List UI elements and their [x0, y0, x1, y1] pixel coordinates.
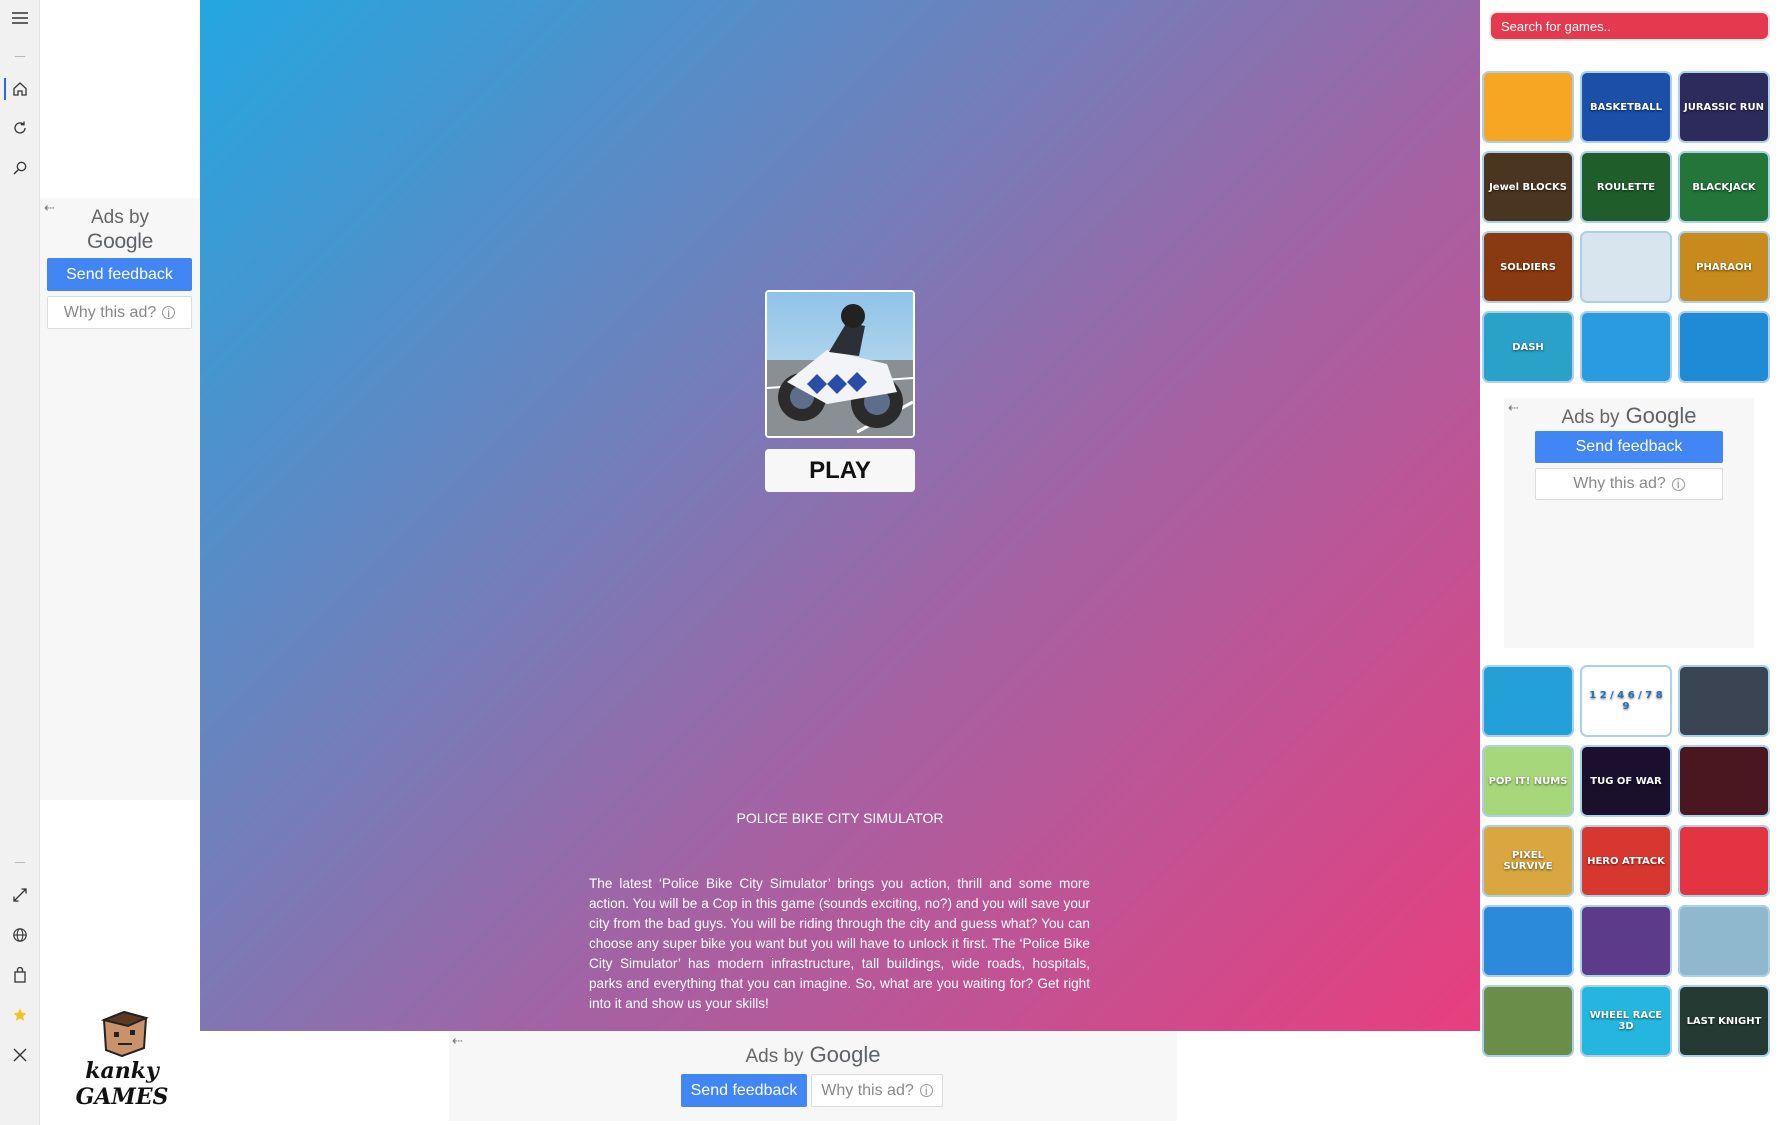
game-tile-label: SOLDIERS	[1500, 261, 1556, 273]
google-text: Google	[809, 1042, 881, 1067]
game-tile[interactable]	[1678, 311, 1770, 383]
game-tile[interactable]: TUG OF WAR	[1580, 745, 1672, 817]
game-tile[interactable]: ROULETTE	[1580, 151, 1672, 223]
game-tile[interactable]: DASH	[1482, 311, 1574, 383]
game-tile[interactable]: POP IT! NUMS	[1482, 745, 1574, 817]
game-tile[interactable]	[1678, 905, 1770, 977]
why-this-ad-label: Why this ad?	[821, 1081, 914, 1099]
game-tile[interactable]: BASKETBALL	[1580, 71, 1672, 143]
why-this-ad-label: Why this ad?	[63, 303, 157, 321]
game-tile-label: Jewel BLOCKS	[1489, 181, 1567, 193]
game-thumbnail[interactable]	[765, 290, 915, 438]
game-stage: PLAY POLICE BIKE CITY SIMULATOR The late…	[200, 0, 1480, 1031]
game-tile[interactable]	[1482, 905, 1574, 977]
game-tile[interactable]	[1482, 665, 1574, 737]
game-description: The latest ‘Police Bike City Simulator’ …	[589, 876, 1090, 1011]
game-tile[interactable]	[1678, 825, 1770, 897]
ads-by-google-label: Ads by Google	[1504, 404, 1754, 430]
game-tile[interactable]	[1580, 231, 1672, 303]
ads-by-google-label: Ads by Google	[449, 1043, 1177, 1069]
logo-word-kanky: kanky	[85, 1058, 159, 1084]
right-sidebar: BASKETBALL JURASSIC RUN Jewel BLOCKS ROULET…	[1480, 0, 1779, 1125]
game-tile[interactable]	[1482, 985, 1574, 1057]
why-this-ad-button[interactable]: Why this ad? i	[1535, 468, 1723, 500]
search-icon[interactable]	[8, 156, 32, 180]
close-icon[interactable]	[8, 1043, 32, 1067]
kanky-games-logo[interactable]: kanky GAMES	[72, 1010, 172, 1122]
google-text: Google	[87, 230, 153, 253]
game-tile-label: PIXEL SURVIVE	[1503, 850, 1553, 872]
why-this-ad-button[interactable]: Why this ad? i	[47, 296, 192, 329]
logo-word-games: GAMES	[75, 1084, 169, 1110]
game-tile[interactable]: PHARAOH	[1678, 231, 1770, 303]
ads-by-text: Ads by	[90, 207, 150, 228]
game-tile-label: DASH	[1512, 341, 1544, 353]
expand-icon[interactable]	[8, 883, 32, 907]
game-tile-label: JURASSIC RUN	[1684, 101, 1764, 113]
send-feedback-button[interactable]: Send feedback	[47, 258, 192, 291]
bag-icon[interactable]	[8, 963, 32, 987]
divider	[15, 862, 25, 863]
game-tile-label: BASKETBALL	[1589, 101, 1663, 113]
game-tile-label: BLACKJACK	[1692, 181, 1756, 193]
game-tile-label: ROULETTE	[1596, 181, 1656, 193]
game-tile[interactable]: PIXEL SURVIVE	[1482, 825, 1574, 897]
bottom-ad-panel: ⇠ Ads by Google Send feedback Why this a…	[449, 1031, 1177, 1121]
game-tile[interactable]	[1580, 905, 1672, 977]
google-text: Google	[1625, 403, 1697, 428]
home-icon[interactable]	[8, 77, 32, 101]
game-title: POLICE BIKE CITY SIMULATOR	[736, 810, 944, 826]
info-icon: i	[919, 1084, 933, 1097]
game-tile[interactable]: SOLDIERS	[1482, 231, 1574, 303]
game-tile[interactable]: Jewel BLOCKS	[1482, 151, 1574, 223]
active-indicator	[4, 78, 6, 100]
game-tile-label: WHEEL RACE 3D	[1589, 1010, 1663, 1032]
why-this-ad-label: Why this ad?	[1573, 475, 1666, 492]
info-icon: i	[162, 306, 176, 319]
game-tile[interactable]	[1580, 311, 1672, 383]
menu-icon[interactable]	[8, 6, 32, 30]
game-tile[interactable]: WHEEL RACE 3D	[1580, 985, 1672, 1057]
play-button[interactable]: PLAY	[765, 449, 915, 492]
ads-by-google-label: Ads by Google	[40, 206, 200, 254]
game-tile-label: POP IT! NUMS	[1488, 775, 1568, 787]
search-input[interactable]	[1489, 11, 1770, 41]
globe-icon[interactable]	[8, 923, 32, 947]
game-tile[interactable]: LAST KNIGHT	[1678, 985, 1770, 1057]
send-feedback-button[interactable]: Send feedback	[1535, 431, 1723, 463]
divider	[15, 56, 25, 57]
left-ad-panel: ⇠ Ads by Google Send feedback Why this a…	[40, 198, 200, 800]
game-tile[interactable]: BLACKJACK	[1678, 151, 1770, 223]
ads-by-text: Ads by	[1561, 407, 1620, 428]
game-tile[interactable]	[1678, 745, 1770, 817]
game-tile-label: 1 2 / 4 6 / 7 8 9	[1589, 690, 1663, 712]
game-tile-label: LAST KNIGHT	[1686, 1015, 1762, 1027]
star-icon[interactable]	[8, 1003, 32, 1027]
game-tile-label: TUG OF WAR	[1590, 775, 1662, 787]
game-tile-label: HERO ATTACK	[1587, 855, 1665, 867]
game-grid-bottom: 1 2 / 4 6 / 7 8 9 POP IT! NUMS TUG OF WAR P…	[1482, 665, 1770, 1057]
why-this-ad-button[interactable]: Why this ad? i	[811, 1074, 943, 1107]
send-feedback-button[interactable]: Send feedback	[681, 1074, 807, 1107]
logo-head-icon	[100, 1010, 149, 1058]
info-icon: i	[1671, 477, 1685, 491]
browser-sidebar	[0, 0, 40, 1125]
game-tile-label: PHARAOH	[1696, 261, 1752, 273]
game-tile[interactable]: 1 2 / 4 6 / 7 8 9	[1580, 665, 1672, 737]
game-tile[interactable]: HERO ATTACK	[1580, 825, 1672, 897]
refresh-icon[interactable]	[8, 116, 32, 140]
right-ad-panel: ⇠ Ads by Google Send feedback Why this a…	[1504, 398, 1754, 648]
ads-by-text: Ads by	[745, 1046, 804, 1067]
game-tile[interactable]: JURASSIC RUN	[1678, 71, 1770, 143]
game-grid-top: BASKETBALL JURASSIC RUN Jewel BLOCKS ROULET…	[1482, 71, 1770, 383]
game-tile[interactable]	[1678, 665, 1770, 737]
game-tile[interactable]	[1482, 71, 1574, 143]
